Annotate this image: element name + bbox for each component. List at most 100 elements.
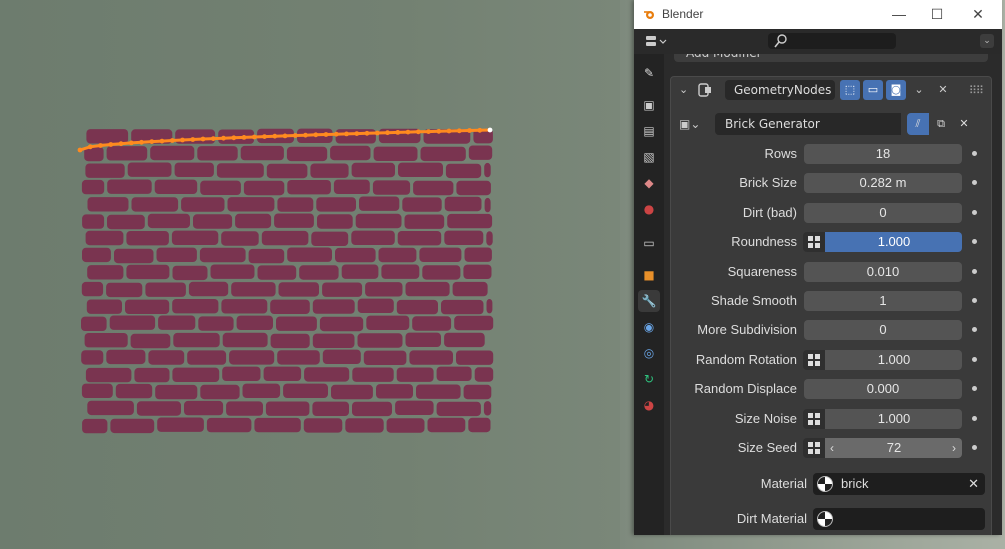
random-displace-field[interactable]: 0.000 [804,379,962,399]
tool-tab-icon[interactable]: ✎ [638,62,660,84]
selected-vertex[interactable] [436,128,442,134]
selected-vertex[interactable] [77,147,83,153]
modifier-tab-icon[interactable]: 🔧 [638,290,660,312]
add-modifier-button[interactable]: Add Modifier [674,54,988,62]
chevron-down-icon[interactable]: ⌄ [980,34,994,48]
edit-mode-toggle-icon[interactable]: ⬚ [840,80,860,100]
keyframe-dot-icon[interactable] [972,210,977,215]
render-tab-icon[interactable]: ▣ [638,94,660,116]
drag-handle-icon[interactable]: ⠿⠿ [969,84,984,97]
size-seed-field[interactable]: ‹ › 72 [803,438,962,458]
selected-vertex[interactable] [108,142,114,147]
collapse-chevron-icon[interactable]: ⌄ [679,83,688,96]
shade-smooth-field[interactable]: 1 [804,291,962,311]
selected-vertex[interactable] [159,138,165,144]
keyframe-dot-icon[interactable] [972,180,977,185]
selected-vertex[interactable] [477,127,483,133]
squareness-field[interactable]: 0.010 [804,262,962,282]
viewport-display-toggle-icon[interactable]: ▭ [863,80,883,100]
dirt-bad-field[interactable]: 0 [804,203,962,223]
keyframe-dot-icon[interactable] [972,151,977,156]
physics-tab-icon[interactable]: ◎ [638,342,660,364]
selected-vertex[interactable] [262,134,267,140]
selected-vertex[interactable] [323,132,329,137]
selected-vertex[interactable] [241,135,247,140]
fake-user-icon[interactable]: ⫽ [907,113,929,135]
material-field[interactable]: brick ✕ [813,473,985,495]
selected-vertex[interactable] [231,135,237,141]
selected-vertex[interactable] [354,131,360,137]
selected-vertex[interactable] [385,130,390,136]
selected-vertex[interactable] [118,141,124,147]
keyframe-dot-icon[interactable] [972,386,977,391]
clear-material-icon[interactable]: ✕ [968,473,979,495]
selected-vertex[interactable] [313,132,319,138]
selected-vertex[interactable] [272,133,278,139]
selected-vertex[interactable] [395,130,401,135]
keyframe-dot-icon[interactable] [972,239,977,244]
selected-vertex[interactable] [98,143,103,148]
selected-vertex[interactable] [344,131,349,137]
keyframe-dot-icon[interactable] [972,357,977,362]
selected-vertex[interactable] [169,138,175,143]
window-titlebar[interactable]: Blender — ☐ ✕ [634,0,1002,29]
selected-vertex[interactable] [221,135,226,141]
minimize-button[interactable]: — [888,4,910,24]
unlink-icon[interactable]: ✕ [953,113,975,135]
duplicate-icon[interactable]: ⧉ [930,113,952,135]
selected-vertex[interactable] [333,131,339,137]
selected-vertex[interactable] [200,136,206,142]
selected-vertex[interactable] [426,129,431,135]
maximize-button[interactable]: ☐ [926,4,948,24]
close-window-button[interactable]: ✕ [967,4,989,24]
keyframe-dot-icon[interactable] [972,327,977,332]
world-tab-icon[interactable]: ● [638,198,660,220]
selected-vertex[interactable] [456,128,462,134]
active-vertex[interactable] [487,127,493,133]
editor-type-button[interactable] [644,33,670,50]
view-layer-tab-icon[interactable]: ▧ [638,146,660,168]
output-tab-icon[interactable]: ▤ [638,120,660,142]
selected-vertex[interactable] [180,137,185,143]
remove-modifier-icon[interactable]: ✕ [933,80,953,100]
particles-tab-icon[interactable]: ◉ [638,316,660,338]
properties-search-input[interactable] [768,33,896,49]
object-data-tab-icon[interactable]: ↻ [638,368,660,390]
selected-vertex[interactable] [292,133,298,138]
selected-vertex[interactable] [149,139,155,145]
rows-field[interactable]: 18 [804,144,962,164]
selected-vertex[interactable] [128,140,134,146]
collection-tab-icon[interactable]: ▭ [638,232,660,254]
modifier-menu-chevron-icon[interactable]: ⌄ [909,80,929,100]
selected-vertex[interactable] [405,129,411,135]
selected-vertex[interactable] [282,133,288,139]
selected-vertex[interactable] [87,144,93,150]
more-subdivision-field[interactable]: 0 [804,320,962,340]
brick-wall-mesh[interactable] [0,0,634,549]
selected-vertex[interactable] [190,137,196,142]
selected-vertex[interactable] [251,134,257,140]
keyframe-dot-icon[interactable] [972,298,977,303]
node-group-browse-icon[interactable]: ▣⌄ [679,113,711,135]
selected-vertex[interactable] [415,129,421,135]
selected-vertex[interactable] [303,132,308,138]
random-rotation-field[interactable]: 1.000 [803,350,962,370]
scene-tab-icon[interactable]: ◆ [638,172,660,194]
keyframe-dot-icon[interactable] [972,416,977,421]
dirt-material-field[interactable] [813,508,985,530]
selected-vertex[interactable] [467,128,472,133]
selected-vertex[interactable] [139,139,144,145]
selected-vertex[interactable] [446,128,452,134]
size-noise-field[interactable]: 1.000 [803,409,962,429]
material-tab-icon[interactable]: ◕ [638,394,660,416]
node-group-name-field[interactable]: Brick Generator [715,113,901,135]
object-tab-icon[interactable]: ■ [638,264,660,286]
render-toggle-icon[interactable]: ◙ [886,80,906,100]
modifier-name-field[interactable]: GeometryNodes [725,80,835,100]
roundness-field[interactable]: 1.000 [803,232,962,252]
keyframe-dot-icon[interactable] [972,445,977,450]
selected-vertex[interactable] [364,130,370,136]
selected-vertex[interactable] [210,136,216,142]
keyframe-dot-icon[interactable] [972,269,977,274]
brick-size-field[interactable]: 0.282 m [804,173,962,193]
